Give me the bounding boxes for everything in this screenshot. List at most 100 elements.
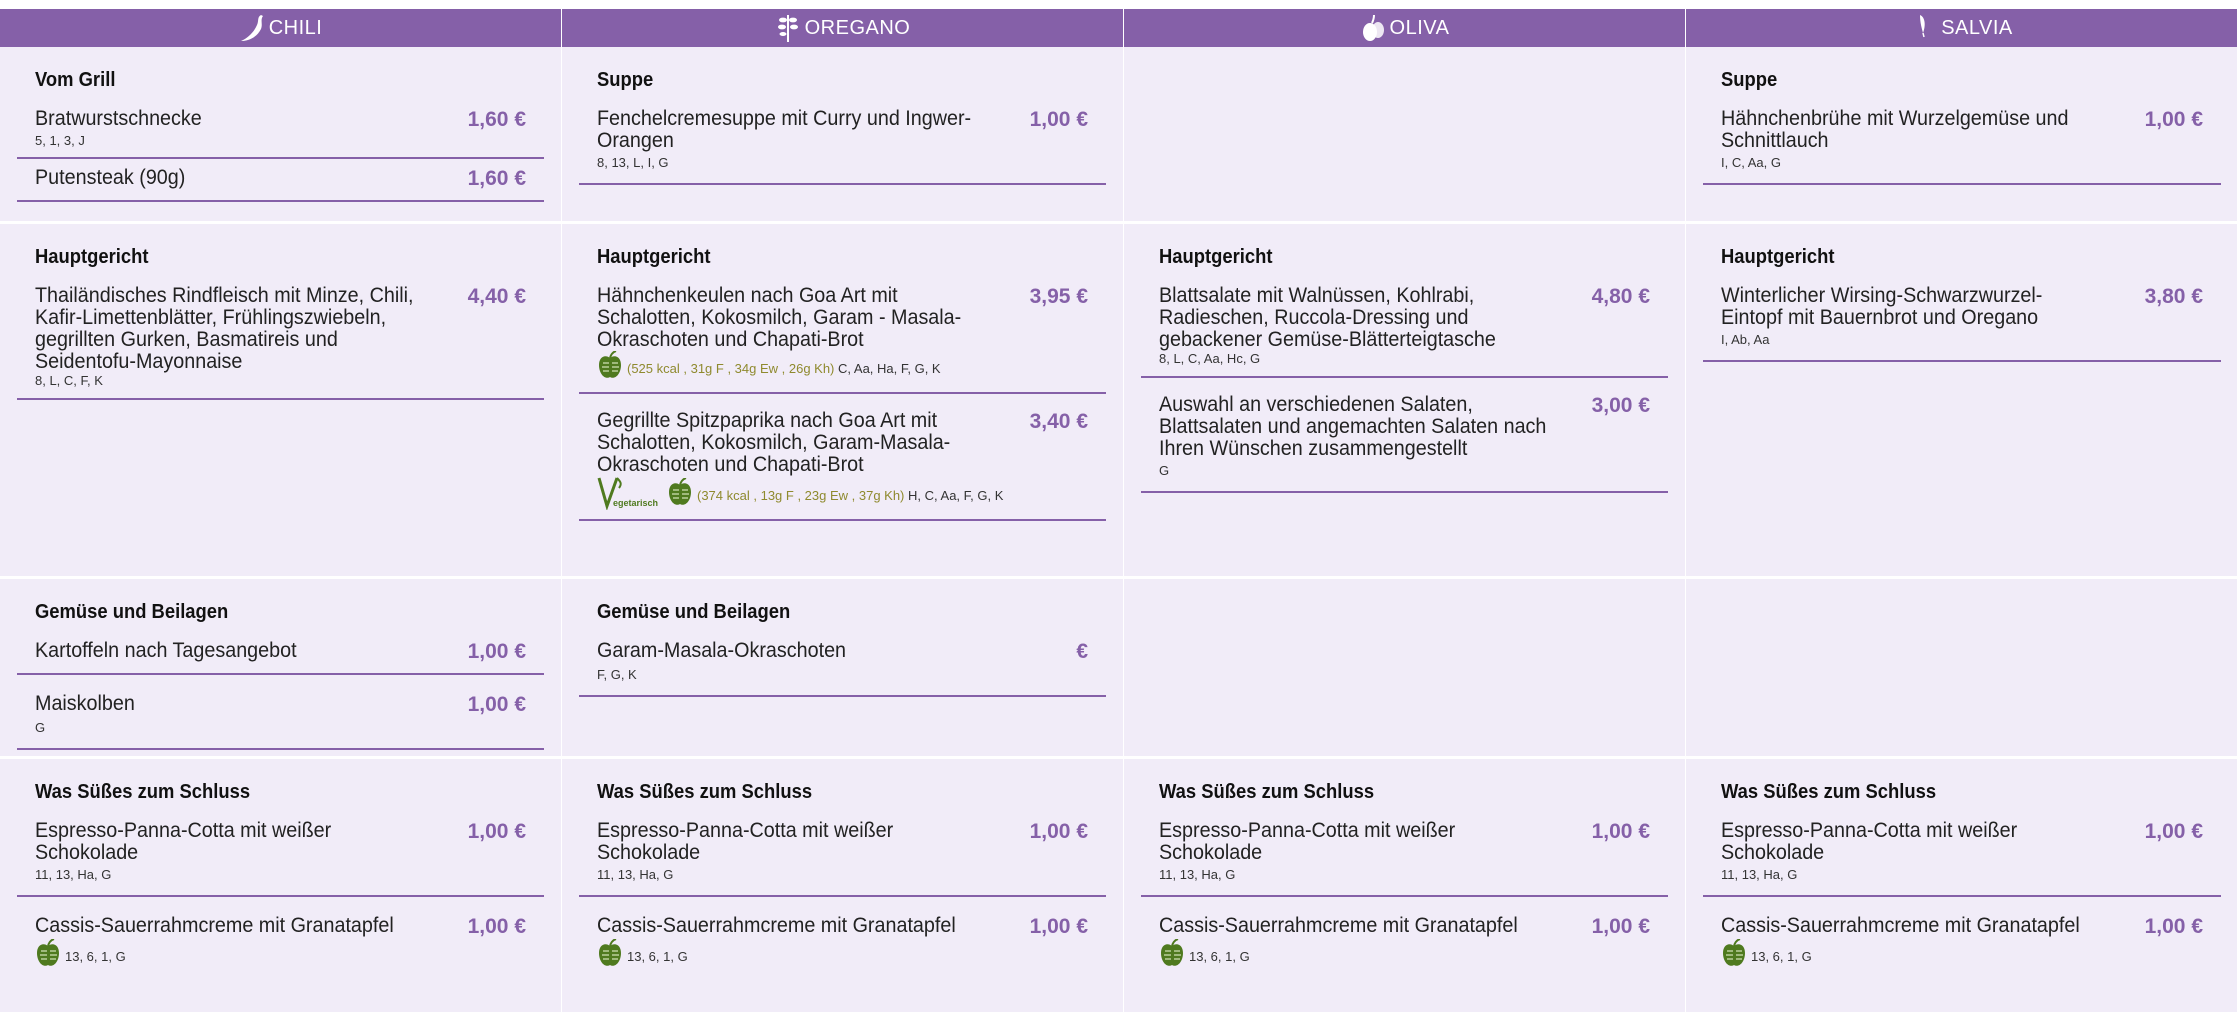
column-salvia: SALVIA Suppe Hähnchenbrühe mit Wurzelgem… [1686, 0, 2237, 1012]
menu-item[interactable]: Cassis-Sauerrahmcreme mit Granatapfel 1,… [17, 897, 544, 978]
allergens: 11, 13, Ha, G [1159, 867, 1236, 882]
menu-item[interactable]: Espresso-Panna-Cotta mit weißer Schokola… [1703, 812, 2221, 897]
section-title: Vom Grill [35, 69, 116, 91]
cell-salvia-soup: Suppe Hähnchenbrühe mit Wurzelgemüse und… [1686, 47, 2237, 224]
allergens: H, C, Aa, F, G, K [908, 488, 1004, 503]
vegetarian-label: egetarisch [613, 498, 658, 508]
section-title: Was Süßes zum Schluss [597, 781, 813, 803]
allergens: 13, 6, 1, G [1189, 949, 1250, 964]
column-header-oregano: OREGANO [562, 9, 1123, 47]
column-header-salvia: SALVIA [1686, 9, 2237, 47]
cell-oregano-dessert: Was Süßes zum Schluss Espresso-Panna-Cot… [562, 759, 1123, 1012]
cell-chili-dessert: Was Süßes zum Schluss Espresso-Panna-Cot… [0, 759, 561, 1012]
cell-salvia-empty [1686, 579, 2237, 759]
apple-icon [1721, 939, 1747, 969]
menu-item[interactable]: Hähnchenbrühe mit Wurzelgemüse und Schni… [1703, 100, 2221, 185]
menu-item[interactable]: Bratwurstschnecke 1,60 € 5, 1, 3, J [17, 100, 544, 159]
allergens: I, C, Aa, G [1721, 155, 1781, 170]
menu-item[interactable]: Putensteak (90g) 1,60 € [17, 159, 544, 202]
section-title: Was Süßes zum Schluss [1159, 781, 1375, 803]
menu-item[interactable]: Gegrillte Spitzpaprika nach Goa Art mit … [579, 394, 1106, 521]
allergens: 8, L, C, Aa, Hc, G [1159, 351, 1261, 366]
dish-name: Cassis-Sauerrahmcreme mit Granatapfel [597, 914, 956, 937]
menu-item[interactable]: Garam-Masala-Okraschoten € F, G, K [579, 632, 1106, 697]
allergens: G [1159, 463, 1170, 478]
cell-oliva-empty [1124, 47, 1685, 224]
column-oliva: OLIVA Hauptgericht Blattsalate mit Walnü… [1124, 0, 1685, 1012]
cell-chili-sides: Gemüse und Beilagen Kartoffeln nach Tage… [0, 579, 561, 759]
dish-name: Cassis-Sauerrahmcreme mit Granatapfel [1159, 914, 1518, 937]
menu-item[interactable]: Cassis-Sauerrahmcreme mit Granatapfel 1,… [579, 897, 1106, 978]
dish-name: Kartoffeln nach Tagesangebot [35, 639, 297, 662]
dish-price: 1,00 € [1591, 915, 1650, 938]
section-title: Suppe [1721, 69, 1778, 91]
menu-item[interactable]: Thailändisches Rindfleisch mit Minze, Ch… [17, 277, 544, 400]
allergens: 11, 13, Ha, G [35, 867, 112, 882]
dish-price: 1,00 € [1029, 915, 1088, 938]
column-header-chili: CHILI [0, 9, 561, 47]
nutrition-info: (374 kcal , 13g F , 23g Ew , 37g Kh) [697, 488, 905, 503]
dish-price: 1,00 € [467, 640, 526, 663]
section-title: Was Süßes zum Schluss [1721, 781, 1937, 803]
menu-item[interactable]: Winterlicher Wirsing-Schwarzwurzel-Einto… [1703, 277, 2221, 362]
dish-name: Winterlicher Wirsing-Schwarzwurzel-Einto… [1721, 284, 2043, 329]
dish-name: Hähnchenbrühe mit Wurzelgemüse und Schni… [1721, 107, 2069, 152]
dish-price: 1,00 € [1029, 108, 1088, 131]
dish-price: 1,00 € [467, 915, 526, 938]
section-title: Hauptgericht [1159, 246, 1273, 268]
section-title: Gemüse und Beilagen [597, 601, 791, 623]
nutrition-info: (525 kcal , 31g F , 34g Ew , 26g Kh) [627, 361, 835, 376]
menu-item[interactable]: Espresso-Panna-Cotta mit weißer Schokola… [579, 812, 1106, 897]
menu-item[interactable]: Auswahl an verschiedenen Salaten, Blatts… [1141, 378, 1668, 493]
nutrition-line: egetarisch (374 kcal , 13g F , 23g Ew , 3… [597, 476, 1088, 510]
allergens: 11, 13, Ha, G [1721, 867, 1798, 882]
cell-salvia-main: Hauptgericht Winterlicher Wirsing-Schwar… [1686, 224, 2237, 579]
dish-name: Espresso-Panna-Cotta mit weißer Schokola… [1721, 819, 2018, 864]
menu-item[interactable]: Espresso-Panna-Cotta mit weißer Schokola… [1141, 812, 1668, 897]
allergens: 8, L, C, F, K [35, 373, 103, 388]
dish-price: 1,00 € [1029, 820, 1088, 843]
column-title: OREGANO [804, 16, 911, 39]
dish-price: 1,00 € [467, 693, 526, 716]
dish-name: Cassis-Sauerrahmcreme mit Granatapfel [35, 914, 394, 937]
menu-item[interactable]: Kartoffeln nach Tagesangebot 1,00 € [17, 632, 544, 675]
dish-name: Hähnchenkeulen nach Goa Art mit Schalott… [597, 284, 962, 351]
cell-oliva-main: Hauptgericht Blattsalate mit Walnüssen, … [1124, 224, 1685, 579]
menu-item[interactable]: Espresso-Panna-Cotta mit weißer Schokola… [17, 812, 544, 897]
column-oregano: OREGANO Suppe Fenchelcremesuppe mit Curr… [562, 0, 1123, 1012]
dish-price: 1,60 € [467, 108, 526, 131]
allergens: G [35, 720, 46, 735]
column-header-oliva: OLIVA [1124, 9, 1685, 47]
apple-icon [667, 478, 693, 508]
menu-item[interactable]: Blattsalate mit Walnüssen, Kohlrabi, Rad… [1141, 277, 1668, 378]
vegetarian-icon: egetarisch [597, 477, 658, 510]
menu-item[interactable]: Hähnchenkeulen nach Goa Art mit Schalott… [579, 277, 1106, 394]
dish-price: 1,60 € [467, 167, 526, 190]
menu-item[interactable]: Cassis-Sauerrahmcreme mit Granatapfel 1,… [1141, 897, 1668, 978]
dish-name: Gegrillte Spitzpaprika nach Goa Art mit … [597, 409, 951, 476]
allergen-line: 13, 6, 1, G [35, 939, 526, 969]
menu-item[interactable]: Maiskolben 1,00 € G [17, 675, 544, 750]
column-title: OLIVA [1389, 16, 1450, 39]
column-title: CHILI [268, 16, 323, 39]
dish-name: Espresso-Panna-Cotta mit weißer Schokola… [597, 819, 894, 864]
cell-oregano-soup: Suppe Fenchelcremesuppe mit Curry und In… [562, 47, 1123, 224]
allergens: 13, 6, 1, G [65, 949, 126, 964]
column-title: SALVIA [1941, 16, 2013, 39]
section-title: Hauptgericht [35, 246, 149, 268]
cell-oregano-main: Hauptgericht Hähnchenkeulen nach Goa Art… [562, 224, 1123, 579]
section-title: Was Süßes zum Schluss [35, 781, 251, 803]
section-title: Hauptgericht [597, 246, 711, 268]
menu-item[interactable]: Cassis-Sauerrahmcreme mit Granatapfel 1,… [1703, 897, 2221, 978]
olive-icon [1362, 14, 1384, 41]
cell-oliva-empty [1124, 579, 1685, 759]
dish-price: 1,00 € [2144, 915, 2203, 938]
dish-name: Cassis-Sauerrahmcreme mit Granatapfel [1721, 914, 2080, 937]
dish-price: 3,95 € [1029, 285, 1088, 308]
allergens: 5, 1, 3, J [35, 133, 85, 148]
menu-item[interactable]: Fenchelcremesuppe mit Curry und Ingwer-O… [579, 100, 1106, 185]
dish-price: 3,80 € [2144, 285, 2203, 308]
cell-oliva-dessert: Was Süßes zum Schluss Espresso-Panna-Cot… [1124, 759, 1685, 1012]
menu-board: CHILI Vom Grill Bratwurstschnecke 1,60 €… [0, 0, 2237, 1012]
allergens: C, Aa, Ha, F, G, K [838, 361, 941, 376]
